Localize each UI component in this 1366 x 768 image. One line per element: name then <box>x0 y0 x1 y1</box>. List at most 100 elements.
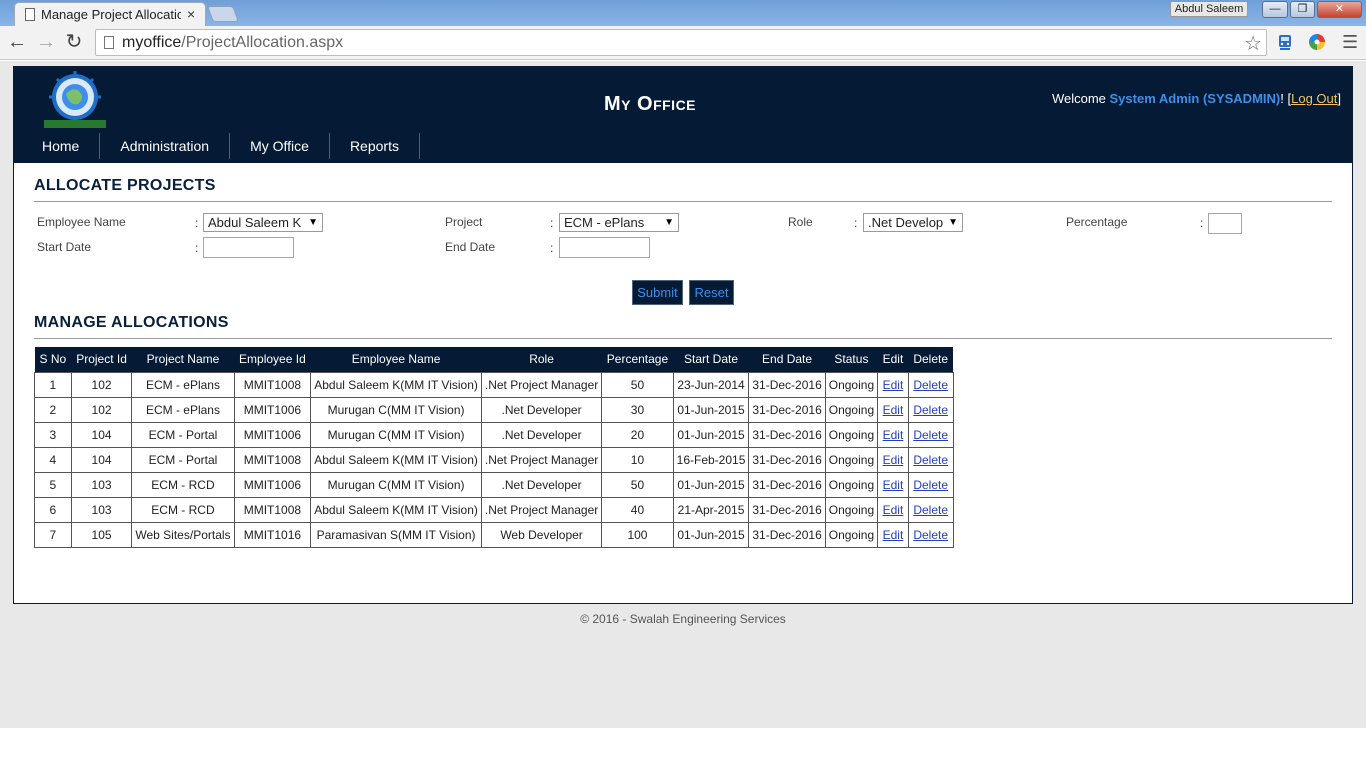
cell-project-id: 102 <box>70 371 133 398</box>
edit-link[interactable]: Edit <box>883 403 904 417</box>
cell-delete: Delete <box>907 396 954 423</box>
cell-s-no: 2 <box>34 396 72 423</box>
browser-tab[interactable]: Manage Project Allocation × <box>14 2 206 26</box>
delete-link[interactable]: Delete <box>913 403 948 417</box>
start-date-label: Start Date <box>37 240 92 254</box>
project-label: Project <box>445 215 483 229</box>
minimize-button[interactable]: — <box>1262 1 1288 18</box>
delete-link[interactable]: Delete <box>913 478 948 492</box>
employee-label: Employee Name <box>37 215 126 229</box>
address-bar[interactable]: myoffice/ProjectAllocation.aspx ☆ <box>95 29 1267 56</box>
cell-employee-name: Abdul Saleem K(MM IT Vision) <box>310 496 482 523</box>
edit-link[interactable]: Edit <box>883 503 904 517</box>
cell-status: Ongoing <box>824 446 879 473</box>
cell-employee-name: Murugan C(MM IT Vision) <box>310 471 482 498</box>
tab-close-icon[interactable]: × <box>187 6 195 22</box>
edit-link[interactable]: Edit <box>883 478 904 492</box>
cell-role: .Net Project Manager <box>480 371 603 398</box>
cell-employee-name: Murugan C(MM IT Vision) <box>310 396 482 423</box>
site-footer: © 2016 - Swalah Engineering Services <box>580 612 786 626</box>
end-date-label: End Date <box>445 240 496 254</box>
cell-delete: Delete <box>907 421 954 448</box>
employee-select[interactable]: Abdul Saleem K ▼ <box>203 213 323 232</box>
table-row: 4 104 ECM - Portal MMIT1008 Abdul Saleem… <box>34 446 954 473</box>
logout-link[interactable]: Log Out <box>1291 91 1337 106</box>
delete-link[interactable]: Delete <box>913 453 948 467</box>
cell-start-date: 01-Jun-2015 <box>672 421 750 448</box>
browser-titlebar: Manage Project Allocation × Abdul Saleem… <box>0 0 1366 26</box>
browser-menu-icon[interactable]: ☰ <box>1342 32 1358 53</box>
cell-edit: Edit <box>877 446 909 473</box>
start-date-input[interactable] <box>203 237 294 258</box>
cell-employee-id: MMIT1008 <box>233 371 312 398</box>
color-wheel-extension-icon[interactable] <box>1308 33 1326 51</box>
browser-viewport: My Office Welcome System Admin (SYSADMIN… <box>0 61 1366 728</box>
cell-edit: Edit <box>877 496 909 523</box>
page-icon <box>25 8 35 21</box>
cell-project-id: 104 <box>70 446 133 473</box>
edit-link[interactable]: Edit <box>883 453 904 467</box>
column-header-project-id: Project Id <box>71 347 132 372</box>
cell-project-id: 103 <box>70 471 133 498</box>
divider <box>34 201 1332 202</box>
new-tab-button[interactable] <box>207 6 239 22</box>
delete-link[interactable]: Delete <box>913 528 948 542</box>
browser-toolbar: ← → ↻ myoffice/ProjectAllocation.aspx ☆ … <box>0 26 1366 60</box>
cell-edit: Edit <box>877 521 909 548</box>
table-row: 5 103 ECM - RCD MMIT1006 Murugan C(MM IT… <box>34 471 954 498</box>
edit-link[interactable]: Edit <box>883 378 904 392</box>
close-window-button[interactable]: ✕ <box>1317 1 1362 18</box>
project-select[interactable]: ECM - ePlans ▼ <box>559 213 679 232</box>
cell-end-date: 31-Dec-2016 <box>748 371 826 398</box>
menu-item-my-office[interactable]: My Office <box>230 133 330 159</box>
percentage-input[interactable] <box>1208 213 1242 234</box>
cell-project-name: ECM - RCD <box>131 496 235 523</box>
maximize-button[interactable]: ❐ <box>1290 1 1315 18</box>
colon: : <box>550 241 554 255</box>
divider <box>34 338 1332 339</box>
main-menu: Home Administration My Office Reports <box>22 133 420 159</box>
reload-icon[interactable]: ↻ <box>64 32 84 52</box>
login-display: Welcome System Admin (SYSADMIN)! [Log Ou… <box>1052 91 1341 106</box>
reset-button[interactable]: Reset <box>689 280 734 305</box>
tab-title: Manage Project Allocation <box>41 7 181 22</box>
bookmark-star-icon[interactable]: ☆ <box>1244 31 1262 56</box>
cell-employee-name: Paramasivan S(MM IT Vision) <box>310 521 482 548</box>
table-header-row: S No Project Id Project Name Employee Id… <box>34 347 953 372</box>
table-row: 7 105 Web Sites/Portals MMIT1016 Paramas… <box>34 521 954 548</box>
back-arrow-icon[interactable]: ← <box>7 32 27 52</box>
url-text: myoffice/ProjectAllocation.aspx <box>122 34 343 52</box>
train-extension-icon[interactable] <box>1276 33 1294 51</box>
cell-start-date: 01-Jun-2015 <box>672 521 750 548</box>
cell-s-no: 5 <box>34 471 72 498</box>
delete-link[interactable]: Delete <box>913 428 948 442</box>
submit-button[interactable]: Submit <box>632 280 683 305</box>
delete-link[interactable]: Delete <box>913 378 948 392</box>
cell-percentage: 100 <box>601 521 674 548</box>
delete-link[interactable]: Delete <box>913 503 948 517</box>
menu-item-reports[interactable]: Reports <box>330 133 420 159</box>
menu-item-administration[interactable]: Administration <box>100 133 231 159</box>
edit-link[interactable]: Edit <box>883 528 904 542</box>
percentage-label: Percentage <box>1066 215 1128 229</box>
edit-link[interactable]: Edit <box>883 428 904 442</box>
role-select[interactable]: .Net Develop ▼ <box>863 213 963 232</box>
cell-status: Ongoing <box>824 521 879 548</box>
cell-project-name: ECM - ePlans <box>131 371 235 398</box>
cell-end-date: 31-Dec-2016 <box>748 471 826 498</box>
profile-badge[interactable]: Abdul Saleem <box>1170 1 1248 17</box>
end-date-input[interactable] <box>559 237 650 258</box>
cell-delete: Delete <box>907 471 954 498</box>
cell-percentage: 10 <box>601 446 674 473</box>
cell-end-date: 31-Dec-2016 <box>748 421 826 448</box>
table-row: 2 102 ECM - ePlans MMIT1006 Murugan C(MM… <box>34 396 954 423</box>
column-header-status: Status <box>825 347 878 372</box>
site-header: My Office Welcome System Admin (SYSADMIN… <box>14 67 1352 163</box>
cell-start-date: 01-Jun-2015 <box>672 471 750 498</box>
colon: : <box>550 216 554 230</box>
forward-arrow-icon[interactable]: → <box>36 32 56 52</box>
logout-bracket-close: ] <box>1337 91 1341 106</box>
cell-s-no: 6 <box>34 496 72 523</box>
colon: : <box>195 241 199 255</box>
menu-item-home[interactable]: Home <box>22 133 101 159</box>
